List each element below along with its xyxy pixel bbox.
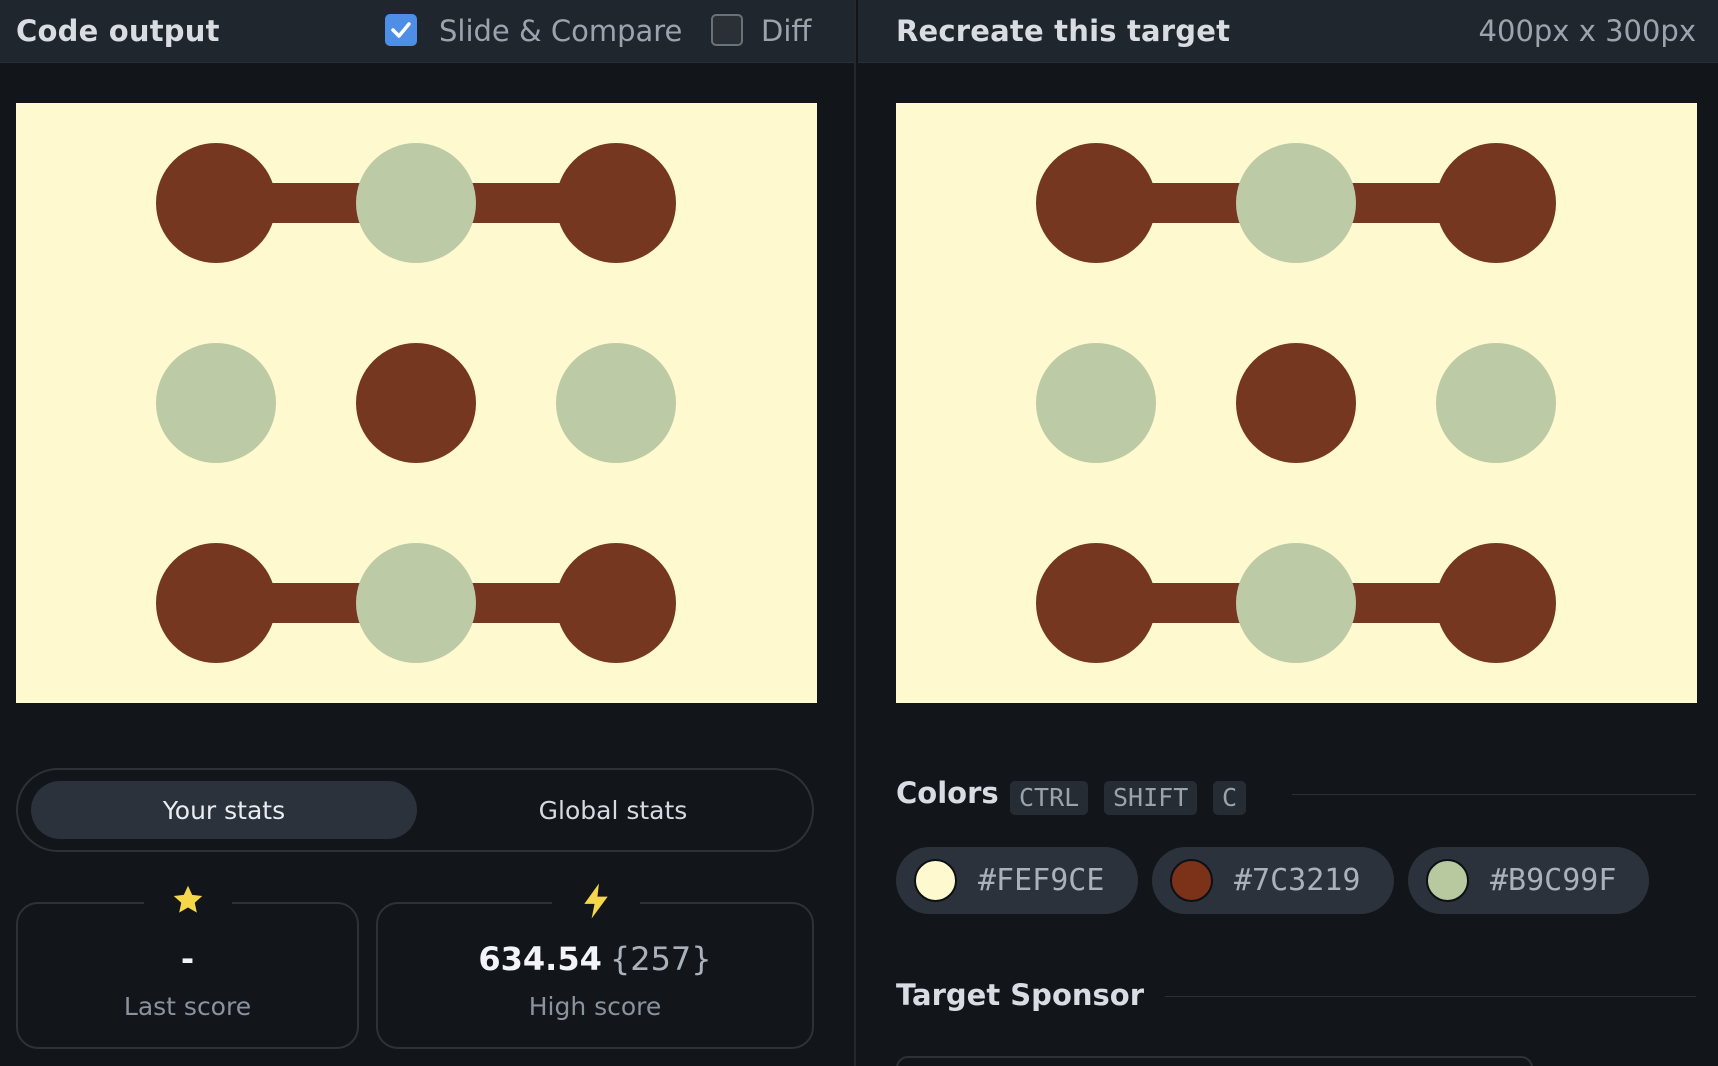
colors-title: Colors — [896, 776, 999, 810]
stats-toggle: Your stats Global stats — [16, 768, 814, 852]
brown-circle — [556, 143, 676, 263]
high-score-number: 634.54 — [478, 940, 602, 978]
color-hex: #7C3219 — [1234, 863, 1361, 898]
color-hex: #B9C99F — [1490, 863, 1617, 898]
color-swatch — [1426, 859, 1469, 902]
slide-compare-checkbox[interactable] — [385, 14, 417, 46]
target-dimensions: 400px x 300px — [1478, 14, 1696, 48]
color-chip[interactable]: #7C3219 — [1152, 847, 1394, 914]
tab-global-stats[interactable]: Global stats — [429, 781, 797, 839]
target-title: Recreate this target — [896, 14, 1231, 48]
brown-circle — [1436, 543, 1556, 663]
target-header: Recreate this target 400px x 300px — [858, 0, 1718, 63]
high-score-card: 634.54 {257} High score — [376, 883, 814, 1049]
high-score-value: 634.54 {257} — [378, 940, 812, 978]
code-output-canvas[interactable] — [16, 103, 817, 703]
sage-circle — [1236, 543, 1356, 663]
last-score-label: Last score — [123, 992, 252, 1021]
tab-your-stats[interactable]: Your stats — [31, 781, 417, 839]
sage-circle — [1036, 343, 1156, 463]
target-canvas — [896, 103, 1697, 703]
sage-circle — [156, 343, 276, 463]
color-chip[interactable]: #B9C99F — [1408, 847, 1649, 914]
sage-circle — [556, 343, 676, 463]
brown-circle — [1236, 343, 1356, 463]
brown-circle — [556, 543, 676, 663]
last-score-card: - Last score — [16, 885, 359, 1049]
code-output-panel: Code output Slide & Compare Diff Your st… — [0, 0, 856, 1066]
brown-circle — [156, 143, 276, 263]
target-sponsor-title: Target Sponsor — [896, 978, 1145, 1012]
brown-circle — [356, 343, 476, 463]
sage-circle — [1236, 143, 1356, 263]
high-score-label: High score — [528, 992, 662, 1021]
shortcut-key-shift: SHIFT — [1104, 781, 1198, 815]
sage-circle — [356, 143, 476, 263]
diff-checkbox[interactable] — [711, 14, 743, 46]
lightning-icon — [578, 882, 614, 924]
sponsor-card[interactable] — [896, 1056, 1533, 1066]
sage-circle — [356, 543, 476, 663]
high-score-count: {257} — [609, 940, 712, 978]
sage-circle — [1436, 343, 1556, 463]
slide-compare-label[interactable]: Slide & Compare — [439, 14, 682, 48]
code-output-title: Code output — [16, 14, 220, 48]
star-icon — [170, 882, 206, 922]
checkmark-icon — [391, 22, 411, 38]
color-hex: #FEF9CE — [978, 863, 1105, 898]
brown-circle — [1036, 143, 1156, 263]
color-swatch — [1170, 859, 1213, 902]
color-swatch — [914, 859, 957, 902]
brown-circle — [1036, 543, 1156, 663]
divider — [1292, 794, 1696, 795]
shortcut-key-c: C — [1213, 781, 1247, 815]
code-output-header: Code output Slide & Compare Diff — [0, 0, 854, 63]
shortcut-key-ctrl: CTRL — [1010, 781, 1089, 815]
last-score-value: - — [180, 940, 195, 978]
brown-circle — [156, 543, 276, 663]
divider — [1165, 996, 1696, 997]
color-chip[interactable]: #FEF9CE — [896, 847, 1138, 914]
diff-label[interactable]: Diff — [761, 14, 811, 48]
brown-circle — [1436, 143, 1556, 263]
